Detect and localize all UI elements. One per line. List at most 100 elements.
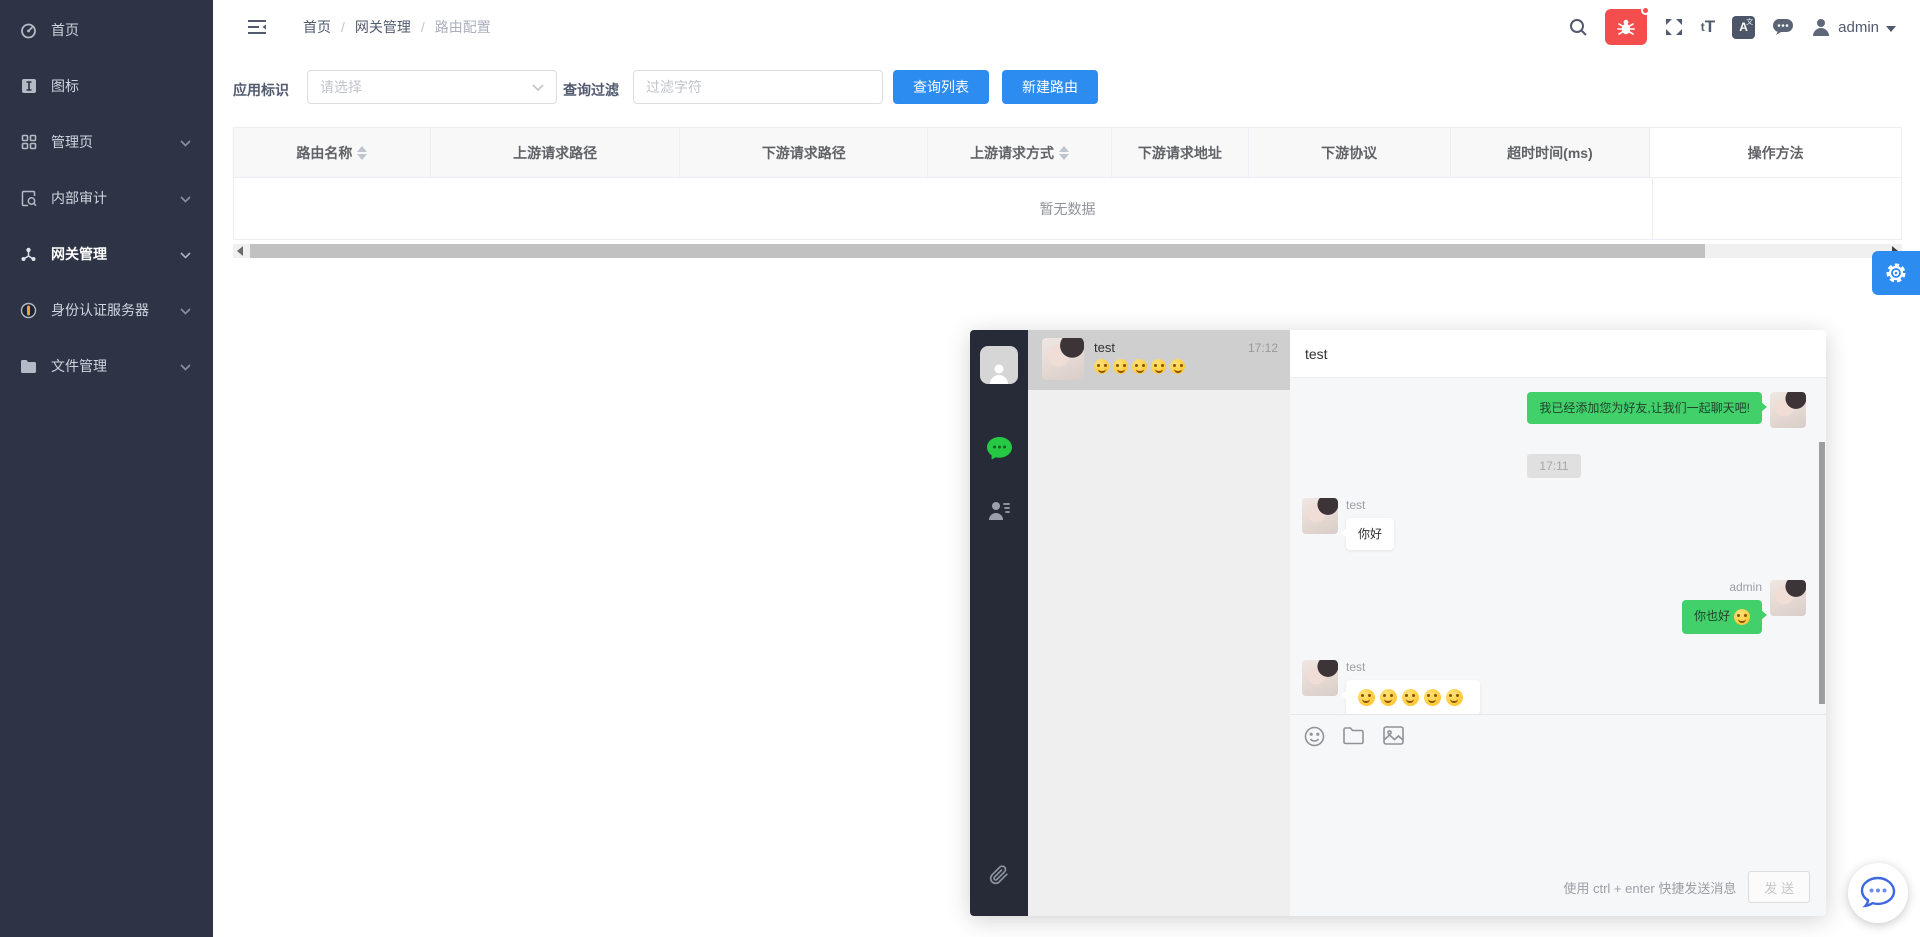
letter-i-icon <box>20 78 37 95</box>
chat-scrollbar-thumb[interactable] <box>1819 442 1825 704</box>
emoji-face <box>1424 689 1441 706</box>
header-actions: tT A文 admin <box>1569 9 1920 45</box>
sidebar-item-icons[interactable]: 图标 <box>0 58 213 114</box>
contact-item-test[interactable]: test 17:12 <box>1028 330 1290 390</box>
message-author: test <box>1346 660 1365 674</box>
sidebar-item-label: 内部审计 <box>51 188 107 208</box>
contacts-icon[interactable] <box>987 500 1011 527</box>
contact-name: test <box>1094 340 1248 355</box>
table-empty-state: 暂无数据 <box>233 178 1902 240</box>
bug-alert-button[interactable] <box>1605 9 1647 45</box>
emoji-face <box>1113 359 1128 374</box>
col-route-name[interactable]: 路由名称 <box>234 128 431 178</box>
translate-icon[interactable]: A文 <box>1732 16 1755 39</box>
emoji-face <box>1151 359 1166 374</box>
send-button[interactable]: 发 送 <box>1748 871 1810 903</box>
avatar <box>1770 392 1806 428</box>
breadcrumb-separator: / <box>341 19 345 35</box>
sidebar-item-label: 图标 <box>51 76 79 96</box>
chevron-down-icon <box>180 190 191 206</box>
chat-launcher-button[interactable] <box>1848 863 1908 923</box>
avatar <box>1302 660 1338 696</box>
empty-text: 暂无数据 <box>1040 199 1096 219</box>
chevron-down-icon <box>1886 26 1896 32</box>
chevron-down-icon <box>180 302 191 318</box>
username-label: admin <box>1838 19 1879 36</box>
collapse-menu-icon[interactable] <box>247 19 267 35</box>
sort-icon[interactable] <box>1059 146 1069 160</box>
select-placeholder: 请选择 <box>320 77 362 97</box>
user-menu[interactable]: admin <box>1811 17 1896 37</box>
breadcrumb-separator: / <box>421 19 425 35</box>
contact-message-preview <box>1094 359 1248 374</box>
message-bubble: 你好 <box>1346 518 1394 550</box>
sidebar-item-label: 管理页 <box>51 132 93 152</box>
emoji-face <box>1380 689 1397 706</box>
main-menu: 首页 图标 管理页 内部审计 <box>0 0 213 394</box>
col-downstream-path: 下游请求路径 <box>680 128 928 178</box>
fixed-column-divider <box>1652 178 1653 240</box>
chevron-down-icon <box>180 358 191 374</box>
sidebar-item-gateway[interactable]: 网关管理 <box>0 226 213 282</box>
chat-header: test <box>1290 330 1826 378</box>
font-size-icon[interactable]: tT <box>1701 17 1715 37</box>
chat-bubble-icon[interactable] <box>986 436 1013 466</box>
grid-icon <box>20 134 37 151</box>
sidebar-item-admin-pages[interactable]: 管理页 <box>0 114 213 170</box>
scrollbar-thumb[interactable] <box>250 244 1705 258</box>
sidebar-item-internal-audit[interactable]: 内部审计 <box>0 170 213 226</box>
emoji-face <box>1132 359 1147 374</box>
gear-icon <box>1884 261 1908 285</box>
sort-icon[interactable] <box>357 146 367 160</box>
message-input[interactable] <box>1290 747 1826 871</box>
profile-placeholder-icon[interactable] <box>980 346 1018 384</box>
folder-icon <box>20 358 37 375</box>
message-bubble: 你也好 <box>1682 600 1762 634</box>
sidebar-item-label: 身份认证服务器 <box>51 300 149 320</box>
sidebar-item-label: 文件管理 <box>51 356 107 376</box>
folder-upload-icon[interactable] <box>1343 726 1365 747</box>
sidebar-item-label: 网关管理 <box>51 244 107 264</box>
app-id-label: 应用标识 <box>233 80 289 100</box>
sidebar-item-home[interactable]: 首页 <box>0 2 213 58</box>
paperclip-icon[interactable] <box>989 865 1009 890</box>
breadcrumb-current: 路由配置 <box>435 17 491 37</box>
user-avatar-icon <box>1811 17 1831 37</box>
emoji-face <box>1094 359 1109 374</box>
emoji-face <box>1734 609 1750 625</box>
top-header: 首页 / 网关管理 / 路由配置 tT A文 admin <box>213 0 1920 54</box>
dashboard-icon <box>20 22 37 39</box>
col-timeout: 超时时间(ms) <box>1451 128 1651 178</box>
audit-search-icon <box>20 190 37 207</box>
contact-avatar <box>1042 338 1084 380</box>
breadcrumb-gateway[interactable]: 网关管理 <box>355 17 411 37</box>
message-outgoing: 我已经添加您为好友,让我们一起聊天吧! <box>1302 392 1806 428</box>
emoji-picker-icon[interactable] <box>1304 726 1325 747</box>
create-route-button[interactable]: 新建路由 <box>1002 70 1098 104</box>
col-downstream-address: 下游请求地址 <box>1112 128 1249 178</box>
chat-toolbar <box>1290 715 1826 747</box>
filter-input[interactable] <box>633 70 883 104</box>
search-icon[interactable] <box>1569 18 1588 37</box>
table-horizontal-scrollbar[interactable] <box>233 244 1902 258</box>
chat-title: test <box>1305 346 1328 362</box>
col-actions: 操作方法 <box>1650 128 1901 178</box>
breadcrumb-home[interactable]: 首页 <box>303 17 331 37</box>
fullscreen-icon[interactable] <box>1664 17 1684 37</box>
theme-settings-button[interactable] <box>1872 251 1920 295</box>
scroll-left-arrow-icon[interactable] <box>233 244 247 258</box>
timestamp-pill: 17:11 <box>1527 454 1580 478</box>
message-list: 我已经添加您为好友,让我们一起聊天吧! 17:11 test 你好 admin … <box>1290 378 1826 714</box>
sidebar-item-files[interactable]: 文件管理 <box>0 338 213 394</box>
chat-main-panel: test 我已经添加您为好友,让我们一起聊天吧! 17:11 test 你好 <box>1290 330 1826 916</box>
emoji-face <box>1170 359 1185 374</box>
chat-input-panel: 使用 ctrl + enter 快捷发送消息 发 送 <box>1290 714 1826 916</box>
col-upstream-method[interactable]: 上游请求方式 <box>928 128 1112 178</box>
messages-icon[interactable] <box>1772 17 1794 37</box>
sidebar-item-auth-server[interactable]: 身份认证服务器 <box>0 282 213 338</box>
breadcrumb: 首页 / 网关管理 / 路由配置 <box>303 17 491 37</box>
image-upload-icon[interactable] <box>1383 726 1404 747</box>
app-id-select[interactable]: 请选择 <box>307 70 557 104</box>
query-list-button[interactable]: 查询列表 <box>893 70 989 104</box>
message-bubble: 我已经添加您为好友,让我们一起聊天吧! <box>1527 392 1762 424</box>
